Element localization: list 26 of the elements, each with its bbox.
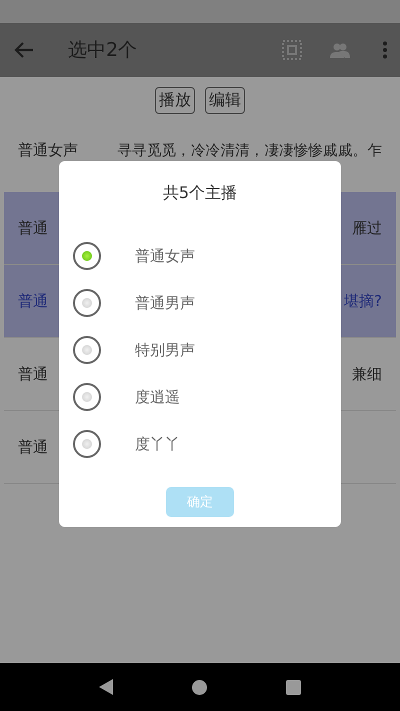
voice-option[interactable]: 度丫丫 [73, 430, 341, 458]
voice-option[interactable]: 特别男声 [73, 336, 341, 364]
voice-option[interactable]: 度逍遥 [73, 383, 341, 411]
radio-button[interactable] [73, 336, 101, 364]
radio-button[interactable] [73, 242, 101, 270]
radio-button[interactable] [73, 383, 101, 411]
voice-name: 普通 [18, 364, 48, 384]
recents-icon[interactable] [286, 680, 301, 694]
voice-name: 普通 [18, 292, 48, 310]
action-button[interactable]: 播放 [155, 87, 195, 114]
radio-button[interactable] [73, 289, 101, 317]
voice-option[interactable]: 普通女声 [73, 242, 341, 270]
dialog-title: 共5个主播 [162, 183, 238, 204]
radio-button[interactable] [73, 430, 101, 458]
row-text: 雁过 [352, 218, 382, 238]
voice-name: 普通 [18, 218, 48, 238]
row-text: 寻寻觅觅，冷冷清清，凄凄惨惨戚戚。乍 [117, 142, 382, 160]
voice-name: 普通女声 [18, 140, 78, 160]
back-icon[interactable] [99, 679, 114, 695]
voice-option[interactable]: 普通男声 [73, 289, 341, 317]
action-button[interactable]: 编辑 [205, 87, 245, 114]
row-text: 堪摘? [344, 292, 382, 310]
home-icon[interactable] [192, 680, 207, 694]
voice-name: 普通 [18, 438, 48, 456]
selection-title: 选中2个 [68, 38, 138, 63]
row-text: 兼细 [352, 364, 382, 384]
